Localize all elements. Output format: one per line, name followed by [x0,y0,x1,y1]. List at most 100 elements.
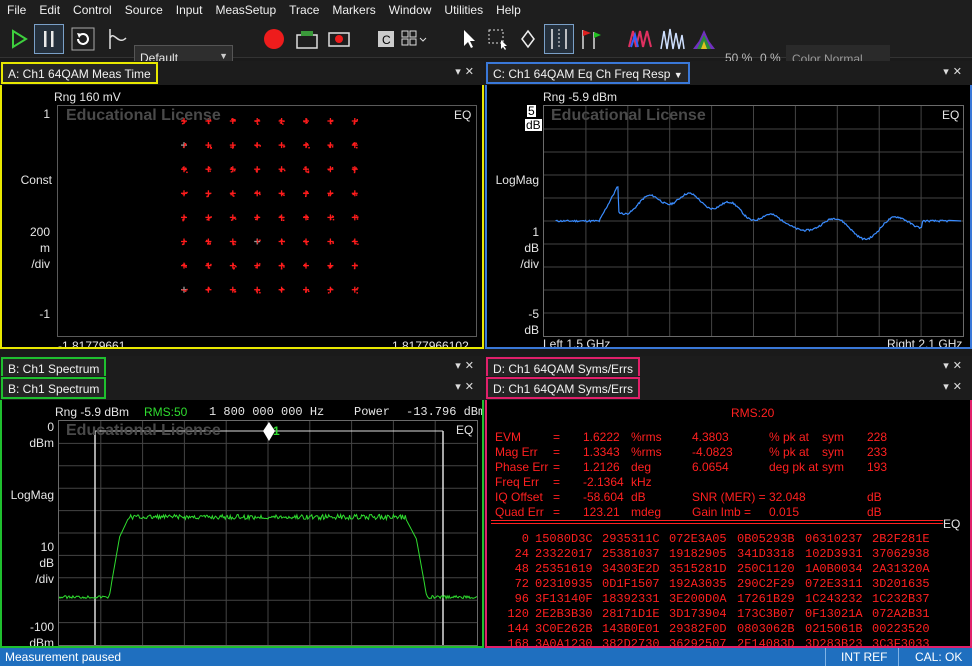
constellation-dot [331,192,334,194]
eq-label-a: EQ [454,108,472,122]
band-markers-icon[interactable] [544,24,574,54]
symbol-value: 3D201635 [872,577,930,591]
constellation-dot [355,167,357,169]
recording-icon[interactable] [324,24,354,54]
constellation-plot[interactable] [57,105,477,337]
constellation-dot [255,266,257,269]
play-icon[interactable] [6,24,32,54]
constellation-dot [305,118,308,121]
chevron-down-icon: ▼ [219,51,228,61]
panel-b-collapsed-controls[interactable]: ▾✕ [455,359,478,372]
waterfall-icon[interactable] [626,24,654,54]
constellation-dot [182,264,184,266]
sweep-mode-icon[interactable] [104,24,132,54]
constellation-dot [353,171,356,174]
constellation-dot [256,217,259,219]
eq-response-trace [555,186,962,241]
spectrogram-icon[interactable] [658,24,686,54]
constellation-dot [183,143,186,146]
panel-a-window-controls[interactable]: ▾✕ [455,65,478,78]
panel-c-y-top[interactable]: 5 [527,105,536,117]
menu-control[interactable]: Control [68,0,120,20]
layout-grid-icon[interactable] [400,24,428,54]
eq-freq-response-plot[interactable] [543,105,964,337]
pointer-icon[interactable] [458,24,482,54]
constellation-dot [209,145,212,148]
panel-a-title[interactable]: A: Ch1 64QAM Meas Time [1,62,158,84]
pause-icon[interactable] [34,24,64,54]
panel-c-y-format: LogMag [495,173,539,187]
constellation-dot [352,193,354,196]
constellation-dot [306,191,309,193]
constellation-dot [256,142,258,145]
symbol-value: 173C3B07 [737,607,795,621]
error-cell: 228 [867,430,888,444]
constellation-dot [209,170,211,172]
error-cell: 193 [867,460,888,474]
symbol-value: 3A0A1230 [535,637,593,648]
constellation-dot [332,241,334,243]
constellation-dot [233,169,236,172]
menu-file[interactable]: File [2,0,34,20]
symbol-value: 1C232B37 [872,592,930,606]
menu-markers[interactable]: Markers [327,0,383,20]
symbol-value: 143B0E01 [602,622,660,636]
panel-b-y-format: LogMag [10,488,54,502]
capture-icon[interactable] [292,24,322,54]
constellation-dot [256,291,259,294]
panel-b-y-top: 0 [47,420,54,434]
menu-help[interactable]: Help [491,0,529,20]
constellation-dot [307,170,310,172]
constellation-dot [305,145,308,148]
panel-b-header: B: Ch1 Spectrum ▾✕ [0,376,484,400]
constellation-dot [281,193,284,195]
menu-source[interactable]: Source [120,0,171,20]
record-icon[interactable] [260,24,288,54]
constellation-dot [306,215,308,218]
panel-d-collapsed-controls[interactable]: ▾✕ [943,359,966,372]
menu-edit[interactable]: Edit [34,0,68,20]
constellation-dot [258,263,261,265]
panel-c-y-top-unit[interactable]: dB [525,119,542,131]
panel-b-y-scale-div: /div [35,572,54,586]
error-cell: deg pk at [769,460,819,474]
constellation-dot [331,167,334,169]
symbol-value: 3D173904 [669,607,727,621]
panel-c-window-controls[interactable]: ▾✕ [943,65,966,78]
constellation-dot [258,289,260,292]
menu-meassetup[interactable]: MeasSetup [210,0,284,20]
flag-markers-icon[interactable] [576,24,604,54]
copy-icon[interactable]: C [376,24,396,54]
panel-b-window-controls[interactable]: ▾✕ [455,380,478,393]
menu-input[interactable]: Input [171,0,211,20]
error-cell: 233 [867,445,888,459]
panel-d-window-controls[interactable]: ▾✕ [943,380,966,393]
panel-a-y-scale-unit: m [40,241,50,255]
zoom-box-icon[interactable] [486,24,512,54]
constellation-dot [208,217,211,219]
menu-window[interactable]: Window [384,0,440,20]
symbol-value: 192A3035 [669,577,727,591]
panel-b-title[interactable]: B: Ch1 Spectrum [1,377,107,399]
status-message: Measurement paused [5,650,122,664]
constellation-dot [181,289,184,291]
symbol-value: 072A2B31 [872,607,930,621]
constellation-svg [181,118,359,294]
symbol-value: 17261B29 [737,592,795,606]
error-cell: sym [822,430,844,444]
density-icon[interactable] [690,24,718,54]
error-cell: 1.3343 [583,445,620,459]
menu-utilities[interactable]: Utilities [439,0,491,20]
panel-d-header: D: Ch1 64QAM Syms/Errs ▾✕ [485,376,972,400]
panel-c-body: Rng -5.9 dBm 5 dB LogMag 1 dB /div -5 dB… [485,85,972,349]
panel-d-body[interactable]: RMS:20 EQ EVM = 1.6222 %rms 4.3803 % pk at sym… [485,400,972,648]
panel-c-title[interactable]: C: Ch1 64QAM Eq Ch Freq Resp ▼ [486,62,690,84]
error-cell: = [553,460,561,474]
constellation-dot [206,218,209,221]
marker-icon[interactable] [516,24,540,54]
restart-icon[interactable] [68,24,98,54]
constellation-dot [209,243,211,245]
spectrum-plot[interactable] [58,420,478,646]
menu-trace[interactable]: Trace [284,0,327,20]
panel-d-title[interactable]: D: Ch1 64QAM Syms/Errs [486,377,641,399]
